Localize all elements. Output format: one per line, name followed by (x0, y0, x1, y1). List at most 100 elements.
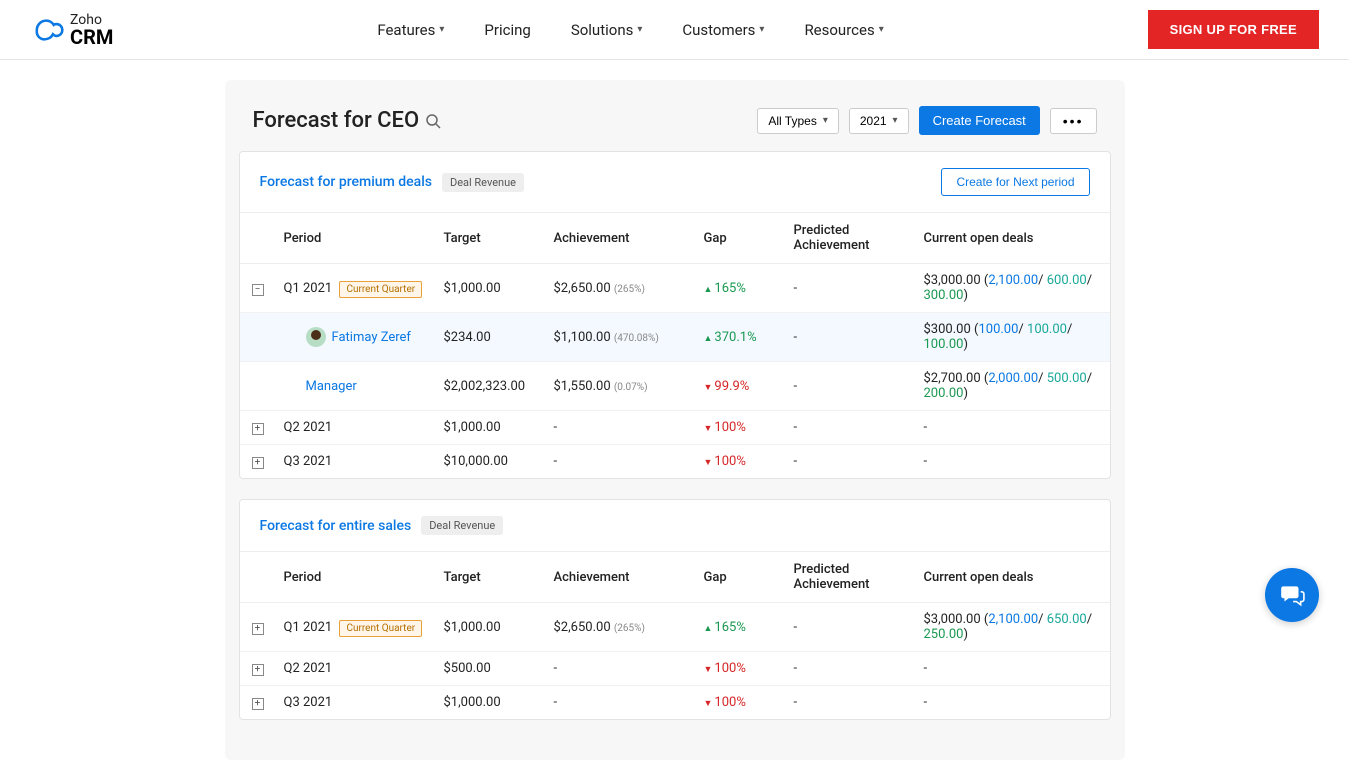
achievement-value: $1,100.00 (470.08%) (546, 313, 696, 362)
forecast-panel: Forecast for CEO All Types▾ 2021▾ Create… (225, 80, 1125, 760)
open-deal-part[interactable]: 2,000.00 (988, 371, 1038, 386)
chevron-down-icon: ▾ (893, 115, 898, 126)
nav-resources[interactable]: Resources▾ (804, 21, 883, 39)
open-deal-part[interactable]: 2,100.00 (988, 273, 1038, 288)
open-deal-part[interactable]: 100.00 (1027, 322, 1067, 337)
chevron-down-icon: ▾ (637, 24, 642, 35)
filter-year-dropdown[interactable]: 2021▾ (849, 108, 909, 134)
gap-value: 100% (704, 695, 746, 710)
period-label: Q1 2021 (284, 281, 333, 296)
open-deal-part[interactable]: 2,100.00 (988, 612, 1038, 627)
period-label: Q2 2021 (284, 661, 333, 676)
forecast-card: Forecast for entire sales Deal Revenue Per… (239, 499, 1111, 720)
table-row: −Q1 2021 Current Quarter$1,000.00$2,650.… (240, 264, 1110, 313)
person-link[interactable]: Fatimay Zeref (332, 330, 411, 345)
arrow-down-icon (704, 454, 713, 469)
open-deals-value: $2,700.00 (2,000.00/ 500.00/ 200.00) (916, 362, 1110, 411)
predicted-value: - (786, 652, 916, 686)
expand-icon[interactable]: + (252, 623, 264, 635)
open-deal-part[interactable]: 100.00 (978, 322, 1018, 337)
create-next-period-button[interactable]: Create for Next period (941, 168, 1089, 196)
search-icon[interactable] (425, 113, 441, 129)
chevron-down-icon: ▾ (759, 24, 764, 35)
create-forecast-button[interactable]: Create Forecast (919, 106, 1040, 135)
open-deals-value: - (916, 652, 1110, 686)
open-deal-part[interactable]: 200.00 (924, 386, 964, 401)
target-value: $10,000.00 (436, 445, 546, 479)
page-title: Forecast for CEO (253, 108, 442, 133)
expand-icon[interactable]: + (252, 457, 264, 469)
chat-icon (1279, 582, 1305, 608)
table-row: +Q2 2021$1,000.00- 100%-- (240, 411, 1110, 445)
logo-icon (30, 16, 64, 44)
expand-icon[interactable]: + (252, 664, 264, 676)
arrow-up-icon (704, 281, 713, 296)
achievement-value: - (546, 411, 696, 445)
open-deals-value: $300.00 (100.00/ 100.00/ 100.00) (916, 313, 1110, 362)
current-quarter-badge: Current Quarter (339, 620, 422, 637)
table-row: +Q3 2021$10,000.00- 100%-- (240, 445, 1110, 479)
open-deals-value: $3,000.00 (2,100.00/ 650.00/ 250.00) (916, 603, 1110, 652)
period-label: Q1 2021 (284, 620, 333, 635)
target-value: $234.00 (436, 313, 546, 362)
arrow-down-icon (704, 379, 713, 394)
column-header: Current open deals (916, 213, 1110, 264)
filter-type-dropdown[interactable]: All Types▾ (757, 108, 839, 134)
table-row: + Q1 2021 Current Quarter $1,000.00$2,650.… (240, 603, 1110, 652)
nav-solutions[interactable]: Solutions▾ (571, 21, 643, 39)
open-deal-part[interactable]: 100.00 (924, 337, 964, 352)
open-deal-part[interactable]: 500.00 (1047, 371, 1087, 386)
brand-logo[interactable]: Zoho CRM (30, 13, 113, 47)
target-value: $1,000.00 (436, 686, 546, 720)
manager-link[interactable]: Manager (306, 379, 357, 394)
logo-text: Zoho CRM (70, 13, 113, 47)
predicted-value: - (786, 362, 916, 411)
achievement-pct: (0.07%) (614, 382, 648, 393)
signup-button[interactable]: SIGN UP FOR FREE (1148, 10, 1319, 49)
arrow-down-icon (704, 420, 713, 435)
arrow-up-icon (704, 330, 713, 345)
open-deals-value: - (916, 445, 1110, 479)
nav-pricing[interactable]: Pricing (484, 21, 530, 39)
open-deals-value: - (916, 686, 1110, 720)
column-header: Predicted Achievement (786, 552, 916, 603)
column-header: Predicted Achievement (786, 213, 916, 264)
predicted-value: - (786, 313, 916, 362)
target-value: $500.00 (436, 652, 546, 686)
arrow-down-icon (704, 661, 713, 676)
nav-customers[interactable]: Customers▾ (682, 21, 764, 39)
card-title[interactable]: Forecast for premium deals (260, 174, 432, 190)
chevron-down-icon: ▾ (823, 115, 828, 126)
column-header: Target (436, 213, 546, 264)
chevron-down-icon: ▾ (879, 24, 884, 35)
nav-features[interactable]: Features▾ (377, 21, 444, 39)
more-menu-button[interactable]: ••• (1050, 108, 1097, 134)
target-value: $1,000.00 (436, 603, 546, 652)
expand-icon[interactable]: + (252, 423, 264, 435)
chat-fab[interactable] (1265, 568, 1319, 622)
gap-value: 100% (704, 661, 746, 676)
nav-links: Features▾ Pricing Solutions▾ Customers▾ … (377, 21, 883, 39)
achievement-value: - (546, 686, 696, 720)
revenue-tag: Deal Revenue (421, 516, 503, 535)
achievement-value: $1,550.00 (0.07%) (546, 362, 696, 411)
table-row: Fatimay Zeref$234.00$1,100.00 (470.08%) … (240, 313, 1110, 362)
column-header: Target (436, 552, 546, 603)
predicted-value: - (786, 264, 916, 313)
period-label: Q2 2021 (284, 420, 333, 435)
achievement-pct: (470.08%) (614, 333, 659, 344)
predicted-value: - (786, 411, 916, 445)
open-deals-value: - (916, 411, 1110, 445)
open-deal-part[interactable]: 600.00 (1047, 273, 1087, 288)
achievement-value: $2,650.00 (265%) (546, 603, 696, 652)
table-row: +Q2 2021$500.00- 100%-- (240, 652, 1110, 686)
open-deal-part[interactable]: 250.00 (924, 627, 964, 642)
card-title[interactable]: Forecast for entire sales (260, 518, 412, 534)
expand-icon[interactable]: + (252, 698, 264, 710)
open-deal-part[interactable]: 300.00 (924, 288, 964, 303)
collapse-icon[interactable]: − (252, 284, 264, 296)
open-deal-part[interactable]: 650.00 (1047, 612, 1087, 627)
column-header: Period (276, 552, 436, 603)
target-value: $1,000.00 (436, 411, 546, 445)
chevron-down-icon: ▾ (439, 24, 444, 35)
